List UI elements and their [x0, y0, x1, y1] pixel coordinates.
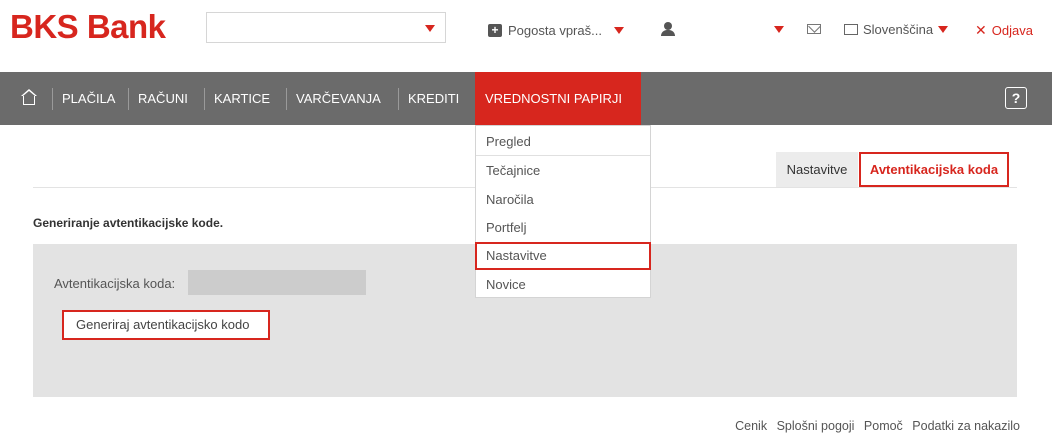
logout-button[interactable]: ✕ Odjava: [975, 22, 1033, 39]
menu-item-novice[interactable]: Novice: [476, 271, 650, 299]
nav-divider: [286, 88, 287, 110]
nav-item-krediti[interactable]: KREDITI: [408, 72, 459, 125]
nav-item-vrednostni-papirji[interactable]: VREDNOSTNI PAPIRJI: [475, 72, 641, 125]
chevron-down-icon: [425, 25, 435, 32]
tab-settings[interactable]: Nastavitve: [776, 152, 858, 187]
close-icon: ✕: [975, 22, 987, 38]
footer-link-splosni-pogoji[interactable]: Splošni pogoji: [777, 419, 855, 433]
main-navigation: PLAČILA RAČUNI KARTICE VARČEVANJA KREDIT…: [0, 72, 1052, 125]
footer-links: Cenik Splošni pogoji Pomoč Podatki za na…: [700, 419, 1020, 433]
logout-label: Odjava: [991, 23, 1033, 38]
language-label: Slovenščina: [863, 22, 934, 37]
menu-item-nastavitve[interactable]: Nastavitve: [475, 242, 651, 270]
tab-auth-code[interactable]: Avtentikacijska koda: [859, 152, 1009, 187]
user-icon[interactable]: [660, 22, 676, 36]
menu-item-pregled[interactable]: Pregled: [476, 128, 650, 156]
nav-item-placila[interactable]: PLAČILA: [62, 72, 115, 125]
bks-bank-logo[interactable]: BKS Bank: [10, 8, 166, 46]
auth-code-label: Avtentikacijska koda:: [54, 276, 176, 291]
home-icon[interactable]: [20, 89, 38, 107]
mail-icon[interactable]: [807, 24, 821, 34]
nav-item-racuni[interactable]: RAČUNI: [138, 72, 188, 125]
faq-label: Pogosta vpraš...: [508, 22, 602, 38]
faq-dropdown[interactable]: + Pogosta vpraš...: [488, 22, 624, 38]
page-title: Generiranje avtentikacijske kode.: [33, 216, 224, 230]
help-icon[interactable]: ?: [1005, 87, 1027, 109]
menu-item-narocila[interactable]: Naročila: [476, 186, 650, 214]
nav-divider: [204, 88, 205, 110]
language-select[interactable]: Slovenščina: [844, 22, 949, 37]
chevron-down-icon: [938, 26, 949, 33]
menu-item-portfelj[interactable]: Portfelj: [476, 214, 650, 242]
user-menu-chevron-icon[interactable]: [774, 26, 784, 33]
menu-item-tecajnice[interactable]: Tečajnice: [476, 157, 650, 185]
nav-divider: [52, 88, 53, 110]
footer-link-podatki-za-nakazilo[interactable]: Podatki za nakazilo: [912, 419, 1020, 433]
nav-item-varcevanja[interactable]: VARČEVANJA: [296, 72, 381, 125]
footer-link-cenik[interactable]: Cenik: [735, 419, 767, 433]
nav-divider: [398, 88, 399, 110]
auth-code-field[interactable]: [188, 270, 366, 295]
nav-divider: [128, 88, 129, 110]
briefcase-plus-icon: +: [488, 23, 502, 37]
securities-dropdown-menu: Pregled Tečajnice Naročila Portfelj Nast…: [475, 125, 651, 298]
footer-link-pomoc[interactable]: Pomoč: [864, 419, 903, 433]
chevron-down-icon: [613, 26, 624, 34]
flag-icon: [844, 24, 858, 35]
account-select[interactable]: [206, 12, 446, 43]
generate-auth-code-button[interactable]: Generiraj avtentikacijsko kodo: [62, 310, 270, 340]
nav-item-kartice[interactable]: KARTICE: [214, 72, 270, 125]
